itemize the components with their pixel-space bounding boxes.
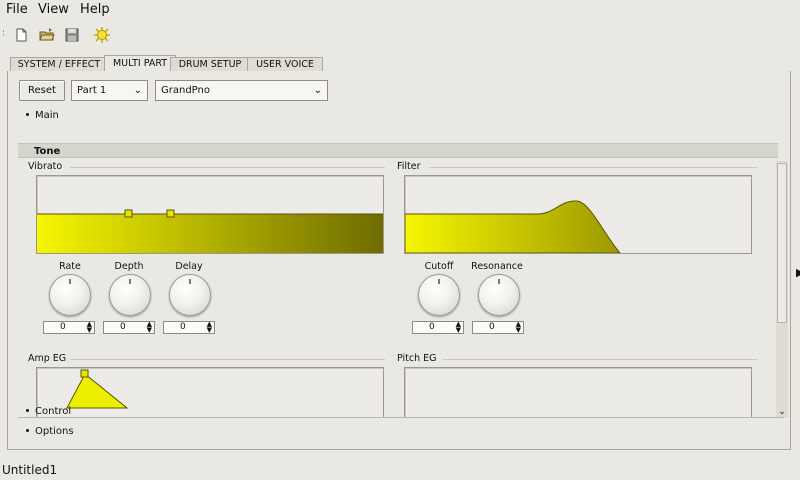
cutoff-spin[interactable]: 0 ▲ ▼ [412, 321, 464, 334]
menu-help[interactable]: Help [80, 2, 110, 17]
pitch-eg-frame-rule [443, 359, 757, 360]
amp-eg-frame-label: Amp EG [28, 353, 67, 364]
bullet-icon [26, 408, 29, 412]
tone-scroll-area: Vibrato Rate 0 ▲ ▼ Depth 0 ▲ ▼ Delay 0 ▲ ▼ [18, 161, 784, 417]
multi-part-page: Reset Part 1 ⌄ GrandPno ⌄ Main Tone Vibr… [7, 71, 791, 450]
tone-section-label: Tone [34, 146, 61, 157]
knob-indicator [498, 279, 500, 284]
notebook: SYSTEM / EFFECT MULTI PART DRUM SETUP US… [7, 55, 791, 450]
reset-button[interactable]: Reset [19, 80, 65, 101]
rate-spin-value: 0 [60, 322, 66, 332]
delay-knob[interactable] [169, 274, 211, 316]
filter-curve [405, 200, 621, 253]
expander-control[interactable]: Control [24, 406, 71, 417]
spin-arrows-icon: ▲ ▼ [455, 320, 461, 334]
menu-bar: File View Help [0, 0, 800, 22]
expander-options-label: Options [35, 426, 74, 437]
delay-knob-label: Delay [175, 261, 203, 272]
vibrato-graph[interactable] [36, 175, 384, 254]
amp-eg-graph-svg [66, 369, 129, 409]
expander-options[interactable]: Options [24, 426, 74, 437]
open-folder-icon[interactable] [38, 26, 56, 44]
scrollbar-thumb[interactable] [777, 163, 787, 323]
voice-select[interactable]: GrandPno ⌄ [155, 80, 328, 101]
new-file-icon[interactable] [12, 26, 30, 44]
tab-user-voice[interactable]: USER VOICE [247, 57, 323, 72]
vibrato-graph-svg [37, 209, 383, 253]
resonance-spin-value: 0 [489, 322, 495, 332]
rate-knob[interactable] [49, 274, 91, 316]
vibrato-frame-label: Vibrato [28, 161, 63, 172]
vibrato-handle[interactable] [124, 209, 133, 218]
knob-indicator [438, 279, 440, 284]
depth-spin[interactable]: 0 ▲ ▼ [103, 321, 155, 334]
amp-eg-handle[interactable] [80, 369, 89, 378]
pitch-eg-frame-label: Pitch EG [397, 353, 437, 364]
filter-frame-label: Filter [397, 161, 421, 172]
rate-spin[interactable]: 0 ▲ ▼ [43, 321, 95, 334]
spin-arrows-icon: ▲ ▼ [515, 320, 521, 334]
amp-eg-envelope [66, 373, 129, 409]
vibrato-frame-rule [70, 167, 385, 168]
knob-indicator [69, 279, 71, 284]
resonance-spin[interactable]: 0 ▲ ▼ [472, 321, 524, 334]
bullet-icon [26, 112, 29, 116]
knob-indicator [129, 279, 131, 284]
resonance-knob[interactable] [478, 274, 520, 316]
tab-system-effect[interactable]: SYSTEM / EFFECT [10, 57, 108, 72]
filter-graph-svg [405, 200, 621, 253]
scroll-down-icon[interactable]: ⌄ [777, 407, 787, 417]
expander-control-label: Control [35, 406, 72, 417]
tab-drum-setup[interactable]: DRUM SETUP [170, 57, 250, 72]
settings-sun-icon[interactable] [93, 26, 111, 44]
part-select-value: Part 1 [77, 85, 107, 96]
delay-spin-value: 0 [180, 322, 186, 332]
menu-file[interactable]: File [6, 2, 28, 17]
chevron-right-icon[interactable]: ▶ [796, 266, 800, 279]
depth-knob-label: Depth [114, 261, 144, 272]
save-icon[interactable] [63, 26, 81, 44]
filter-frame-rule [429, 167, 757, 168]
status-text: Untitled1 [2, 463, 58, 477]
pitch-eg-graph[interactable] [404, 367, 752, 417]
tab-multi-part[interactable]: MULTI PART [104, 55, 176, 72]
status-bar: Untitled1 [2, 463, 57, 477]
cutoff-spin-value: 0 [429, 322, 435, 332]
expander-main[interactable]: Main [24, 110, 59, 121]
vertical-scrollbar[interactable]: ⌄ [776, 161, 788, 417]
menu-view[interactable]: View [38, 2, 69, 17]
amp-eg-graph[interactable] [36, 367, 384, 417]
amp-eg-frame-rule [70, 359, 385, 360]
cutoff-knob[interactable] [418, 274, 460, 316]
depth-spin-value: 0 [120, 322, 126, 332]
knob-indicator [189, 279, 191, 284]
expander-main-label: Main [35, 110, 59, 121]
rate-knob-label: Rate [59, 261, 81, 272]
vibrato-handle[interactable] [166, 209, 175, 218]
toolbar [0, 22, 800, 48]
vibrato-fill [37, 214, 383, 253]
spin-arrows-icon: ▲ ▼ [206, 320, 212, 334]
toolbar-grip[interactable] [3, 30, 7, 36]
part-select[interactable]: Part 1 ⌄ [71, 80, 148, 101]
scroll-area-bottom-border [18, 417, 784, 418]
chevron-down-icon: ⌄ [313, 85, 322, 96]
depth-knob[interactable] [109, 274, 151, 316]
tone-section-header[interactable]: Tone [18, 143, 778, 158]
resonance-knob-label: Resonance [471, 261, 523, 272]
bullet-icon [26, 428, 29, 432]
cutoff-knob-label: Cutoff [424, 261, 454, 272]
filter-graph[interactable] [404, 175, 752, 254]
spin-arrows-icon: ▲ ▼ [146, 320, 152, 334]
spin-arrows-icon: ▲ ▼ [86, 320, 92, 334]
voice-select-value: GrandPno [161, 85, 210, 96]
delay-spin[interactable]: 0 ▲ ▼ [163, 321, 215, 334]
chevron-down-icon: ⌄ [133, 85, 142, 96]
